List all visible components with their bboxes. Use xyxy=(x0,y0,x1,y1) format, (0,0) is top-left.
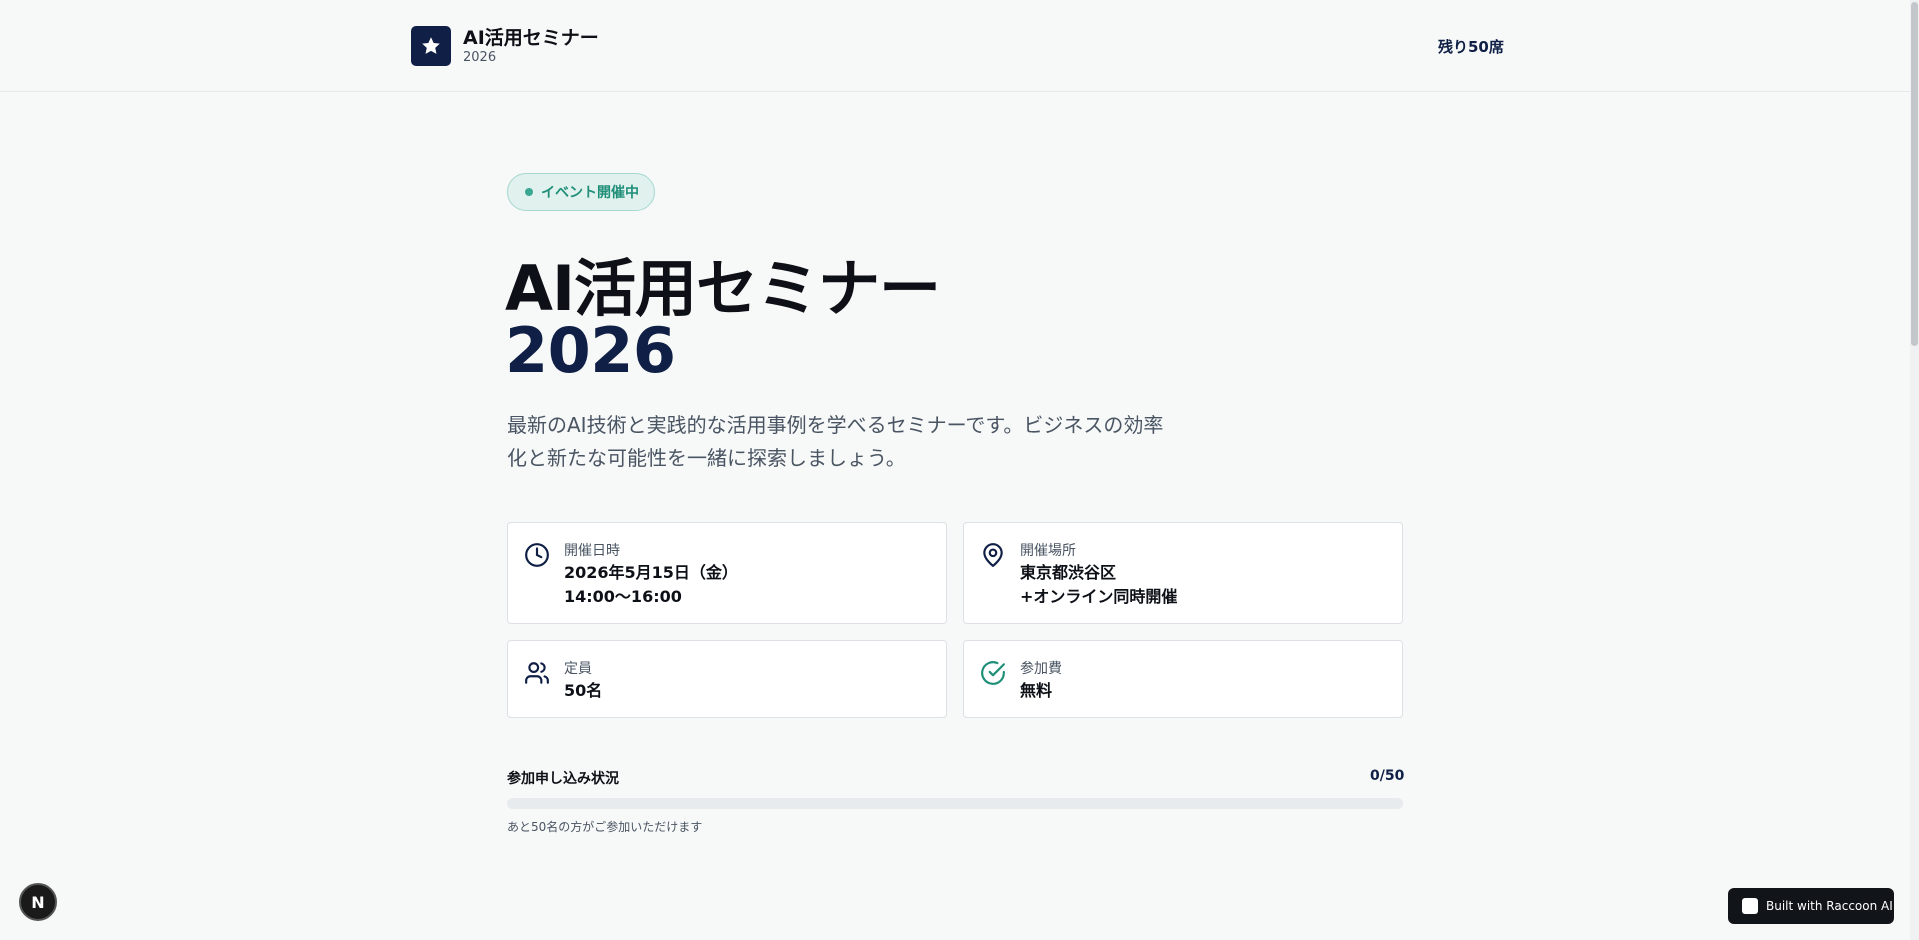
fee-card: 参加費 無料 xyxy=(963,640,1403,718)
capacity-value: 50名 xyxy=(564,681,603,700)
brand[interactable]: AI活用セミナー 2026 xyxy=(411,26,599,66)
clock-icon xyxy=(524,542,550,568)
event-description: 最新のAI技術と実践的な活用事例を学べるセミナーです。ビジネスの効率化と新たな可… xyxy=(507,413,1164,470)
venue: 東京都渋谷区 xyxy=(1020,563,1117,582)
capacity-label: 定員 xyxy=(564,661,592,677)
event-time: 14:00〜16:00 xyxy=(564,587,682,606)
scrollbar-thumb[interactable] xyxy=(1911,2,1918,346)
brand-subtitle: 2026 xyxy=(463,50,497,65)
page-title-year: 2026 xyxy=(505,314,676,387)
location-value: 東京都渋谷区 +オンライン同時開催 xyxy=(1020,561,1177,609)
users-icon xyxy=(524,660,550,686)
built-with-badge[interactable]: Built with Raccoon AI xyxy=(1728,888,1894,924)
venue-online: +オンライン同時開催 xyxy=(1020,587,1178,606)
built-with-label: Built with Raccoon AI xyxy=(1766,899,1893,913)
event-date: 2026年5月15日（金） xyxy=(564,563,738,582)
star-icon xyxy=(411,26,451,66)
registration-count: 0/50 xyxy=(1370,768,1405,784)
map-pin-icon xyxy=(980,542,1006,568)
registration-note: あと50名の方がご参加いただけます xyxy=(507,820,703,834)
registration-status-label: 参加申し込み状況 xyxy=(507,771,619,787)
fee-value: 無料 xyxy=(1020,681,1053,700)
datetime-value: 2026年5月15日（金） 14:00〜16:00 xyxy=(564,561,738,609)
status-badge-label: イベント開催中 xyxy=(541,185,639,201)
seats-left-indicator: 残り50席 xyxy=(1438,38,1504,56)
site-header: AI活用セミナー 2026 残り50席 xyxy=(0,0,1910,92)
fee-label: 参加費 xyxy=(1020,661,1062,677)
capacity-card: 定員 50名 xyxy=(507,640,947,718)
status-dot-icon xyxy=(525,188,533,196)
registration-progress-bar xyxy=(507,798,1403,809)
check-circle-icon xyxy=(980,660,1006,686)
raccoon-logo-icon xyxy=(1742,898,1758,914)
location-label: 開催場所 xyxy=(1020,543,1076,559)
datetime-card: 開催日時 2026年5月15日（金） 14:00〜16:00 xyxy=(507,522,947,624)
dev-tools-button[interactable]: N xyxy=(19,883,57,921)
brand-title: AI活用セミナー xyxy=(463,27,599,49)
location-card: 開催場所 東京都渋谷区 +オンライン同時開催 xyxy=(963,522,1403,624)
datetime-label: 開催日時 xyxy=(564,543,620,559)
status-badge: イベント開催中 xyxy=(507,173,655,211)
